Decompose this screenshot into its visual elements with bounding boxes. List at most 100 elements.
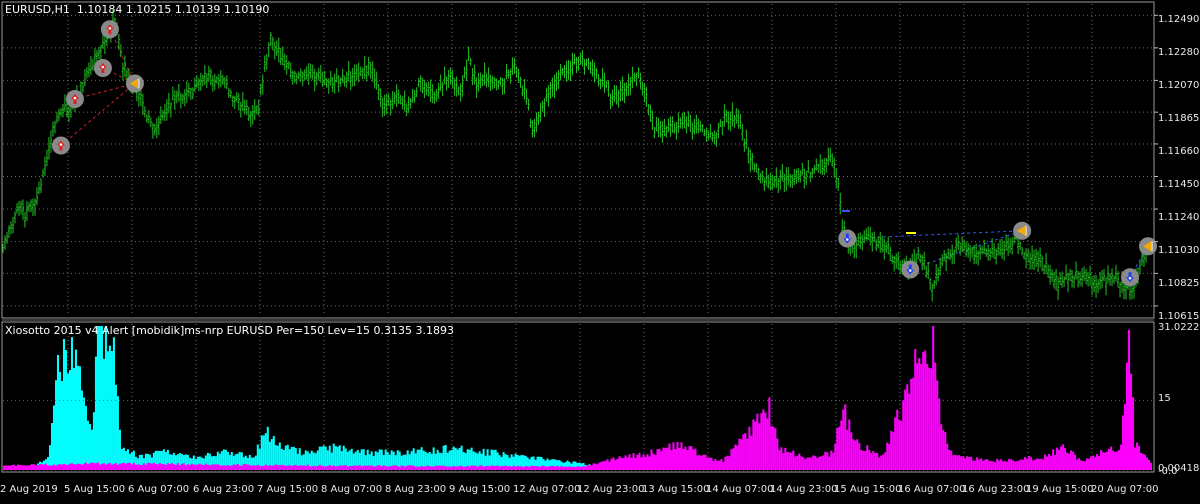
histogram-bar <box>163 464 165 470</box>
histogram-bar <box>1120 445 1122 470</box>
histogram-bar <box>1124 404 1126 470</box>
histogram-bar <box>91 462 93 470</box>
histogram-bar <box>694 449 696 470</box>
price-tick-label: 1.10615 <box>1158 311 1199 322</box>
histogram-bar <box>553 466 555 470</box>
histogram-bar <box>427 466 429 470</box>
histogram-bar <box>179 465 181 470</box>
histogram-bar <box>846 430 848 470</box>
histogram-bar <box>505 465 507 470</box>
histogram-bar <box>760 413 762 470</box>
histogram-bar <box>864 451 866 470</box>
histogram-bar <box>714 459 716 470</box>
histogram-bar <box>285 466 287 470</box>
histogram-bar <box>565 467 567 470</box>
histogram-bar <box>604 461 606 470</box>
histogram-bar <box>788 452 790 470</box>
histogram-bar <box>355 466 357 470</box>
histogram-bar <box>119 464 121 470</box>
histogram-bar <box>11 465 13 470</box>
histogram-bar <box>698 455 700 470</box>
histogram-bar <box>243 464 245 470</box>
histogram-bar <box>177 463 179 470</box>
histogram-bar <box>718 461 720 470</box>
histogram-bar <box>652 454 654 470</box>
histogram-bar <box>283 465 285 470</box>
histogram-bar <box>850 432 852 470</box>
histogram-bar <box>818 457 820 470</box>
time-tick-label: 2 Aug 2019 <box>0 484 58 495</box>
histogram-bar <box>660 451 662 470</box>
histogram-bar <box>930 368 932 470</box>
histogram-bar <box>990 461 992 470</box>
histogram-bar <box>351 466 353 470</box>
histogram-bar <box>1044 454 1046 470</box>
histogram-bar <box>940 424 942 470</box>
histogram-bar <box>824 452 826 470</box>
histogram-bar <box>125 464 127 470</box>
histogram-bar <box>55 465 57 470</box>
histogram-bar <box>854 440 856 470</box>
histogram-bar <box>43 464 45 470</box>
histogram-bar <box>59 464 61 470</box>
histogram-bar <box>63 339 65 470</box>
indicator-title: Xiosotto 2015 v4 Alert [mobidik]ms-nrp E… <box>5 324 454 337</box>
histogram-bar <box>1054 455 1056 470</box>
chart-canvas[interactable] <box>0 0 1200 500</box>
histogram-bar <box>756 414 758 470</box>
histogram-bar <box>361 466 363 470</box>
histogram-bar <box>329 465 331 470</box>
histogram-bar <box>1056 448 1058 470</box>
histogram-bar <box>746 439 748 470</box>
histogram-bar <box>433 467 435 470</box>
histogram-bar <box>1060 447 1062 470</box>
histogram-bar <box>279 465 281 470</box>
histogram-bar <box>199 464 201 470</box>
histogram-bar <box>39 464 41 470</box>
histogram-bar <box>762 410 764 470</box>
histogram-bar <box>57 355 59 470</box>
histogram-bar <box>267 427 269 470</box>
histogram-bar <box>227 465 229 470</box>
histogram-bar <box>972 461 974 470</box>
histogram-bar <box>982 461 984 470</box>
histogram-bar <box>1084 461 1086 470</box>
histogram-bar <box>774 428 776 470</box>
histogram-bar <box>592 463 594 470</box>
histogram-bar <box>682 449 684 470</box>
histogram-bar <box>1004 461 1006 470</box>
histogram-bar <box>1036 459 1038 470</box>
histogram-bar <box>878 458 880 470</box>
histogram-bar <box>946 444 948 470</box>
metatrader-chart-window[interactable]: EURUSD,H1 1.10184 1.10215 1.10139 1.1019… <box>0 0 1200 500</box>
histogram-bar <box>97 463 99 470</box>
histogram-bar <box>271 439 273 470</box>
histogram-bar <box>333 465 335 470</box>
histogram-bar <box>71 463 73 470</box>
histogram-bar <box>465 467 467 470</box>
histogram-bar <box>101 464 103 470</box>
histogram-bar <box>798 453 800 470</box>
histogram-bar <box>319 465 321 470</box>
histogram-bar <box>291 466 293 470</box>
histogram-bar <box>73 464 75 470</box>
histogram-bar <box>596 464 598 470</box>
histogram-bar <box>27 465 29 470</box>
histogram-bar <box>131 464 133 470</box>
histogram-bar <box>814 456 816 470</box>
histogram-bar <box>155 464 157 470</box>
histogram-bar <box>449 467 451 470</box>
histogram-bar <box>740 439 742 470</box>
histogram-bar <box>670 450 672 470</box>
histogram-bar <box>882 455 884 470</box>
histogram-bar <box>67 465 69 470</box>
price-tick-label: 1.11450 <box>1158 179 1199 190</box>
histogram-bar <box>255 466 257 470</box>
histogram-bar <box>1112 450 1114 470</box>
histogram-bar <box>13 465 15 470</box>
histogram-bar <box>626 457 628 470</box>
histogram-bar <box>916 363 918 470</box>
time-tick-label: 6 Aug 07:00 <box>128 484 189 495</box>
histogram-bar <box>273 436 275 470</box>
histogram-bar <box>1136 443 1138 470</box>
